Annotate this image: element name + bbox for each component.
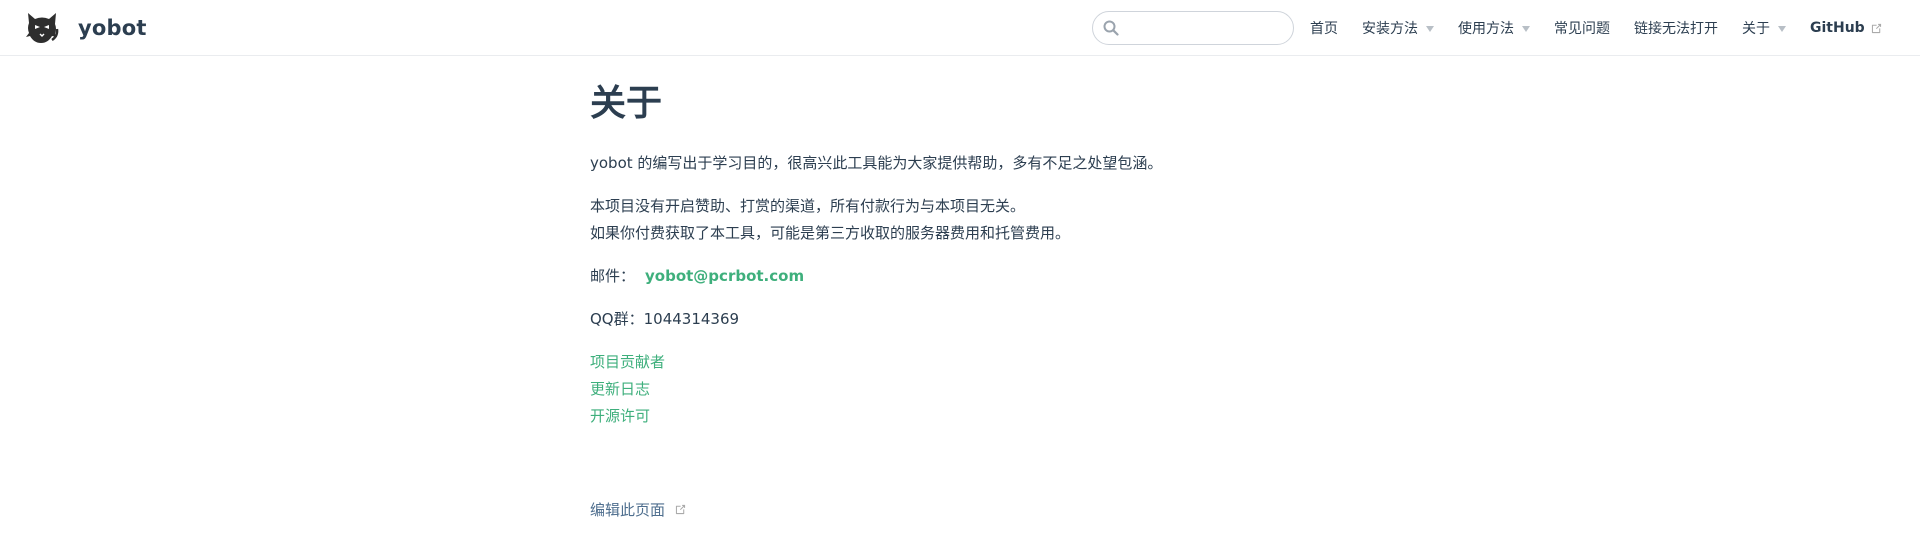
- caret-down-icon: [1778, 26, 1786, 32]
- email-link[interactable]: yobot@pcrbot.com: [645, 267, 804, 285]
- nav-item-about[interactable]: 关于: [1742, 18, 1786, 38]
- nav-item-github[interactable]: GitHub: [1810, 20, 1883, 36]
- site-name: yobot: [78, 16, 147, 40]
- navbar: yobot 首页 安装方法 使用方法 常见问题 链接无法打开 关于 GitHub: [0, 0, 1920, 56]
- external-link-icon: [1871, 23, 1881, 33]
- edit-page-label: 编辑此页面: [590, 501, 666, 519]
- nav-item-label: 安装方法: [1362, 21, 1418, 37]
- email-label: 邮件：: [590, 267, 636, 286]
- notice-paragraph: 本项目没有开启赞助、打赏的渠道，所有付款行为与本项目无关。 如果你付费获取了本工…: [590, 193, 1330, 247]
- changelog-link[interactable]: 更新日志: [590, 380, 650, 398]
- search-input[interactable]: [1123, 12, 1283, 44]
- nav-links: 首页 安装方法 使用方法 常见问题 链接无法打开 关于 GitHub: [1310, 0, 1883, 56]
- nav-item-label: 首页: [1310, 21, 1338, 37]
- nav-item-broken-links[interactable]: 链接无法打开: [1634, 18, 1718, 38]
- nav-item-home[interactable]: 首页: [1310, 18, 1338, 38]
- contributors-link[interactable]: 项目贡献者: [590, 353, 665, 371]
- related-links: 项目贡献者 更新日志 开源许可: [590, 349, 1330, 430]
- nav-item-label: 链接无法打开: [1634, 21, 1718, 37]
- email-paragraph: 邮件： yobot@pcrbot.com: [590, 263, 1330, 290]
- nav-item-label: 关于: [1742, 21, 1770, 37]
- nav-item-install[interactable]: 安装方法: [1362, 18, 1434, 38]
- edit-page-link[interactable]: 编辑此页面: [590, 499, 687, 520]
- nav-item-usage[interactable]: 使用方法: [1458, 18, 1530, 38]
- notice-line: 如果你付费获取了本工具，可能是第三方收取的服务器费用和托管费用。: [590, 224, 1071, 243]
- license-link[interactable]: 开源许可: [590, 407, 650, 425]
- home-link[interactable]: yobot: [24, 10, 147, 46]
- nav-item-label: 常见问题: [1554, 21, 1610, 37]
- caret-down-icon: [1426, 26, 1434, 32]
- main-content: 关于 yobot 的编写出于学习目的，很高兴此工具能为大家提供帮助，多有不足之处…: [590, 56, 1330, 430]
- nav-item-faq[interactable]: 常见问题: [1554, 18, 1610, 38]
- search-icon: [1103, 20, 1119, 36]
- cat-logo-icon: [26, 13, 59, 43]
- page-title: 关于: [590, 83, 663, 124]
- external-link-icon: [675, 504, 686, 515]
- nav-item-label: 使用方法: [1458, 21, 1514, 37]
- intro-paragraph: yobot 的编写出于学习目的，很高兴此工具能为大家提供帮助，多有不足之处望包涵…: [590, 154, 1163, 173]
- notice-line: 本项目没有开启赞助、打赏的渠道，所有付款行为与本项目无关。: [590, 197, 1026, 216]
- caret-down-icon: [1522, 26, 1530, 32]
- search-box[interactable]: [1092, 11, 1294, 45]
- qq-group-text: QQ群：1044314369: [590, 310, 740, 329]
- nav-item-label: GitHub: [1810, 20, 1865, 36]
